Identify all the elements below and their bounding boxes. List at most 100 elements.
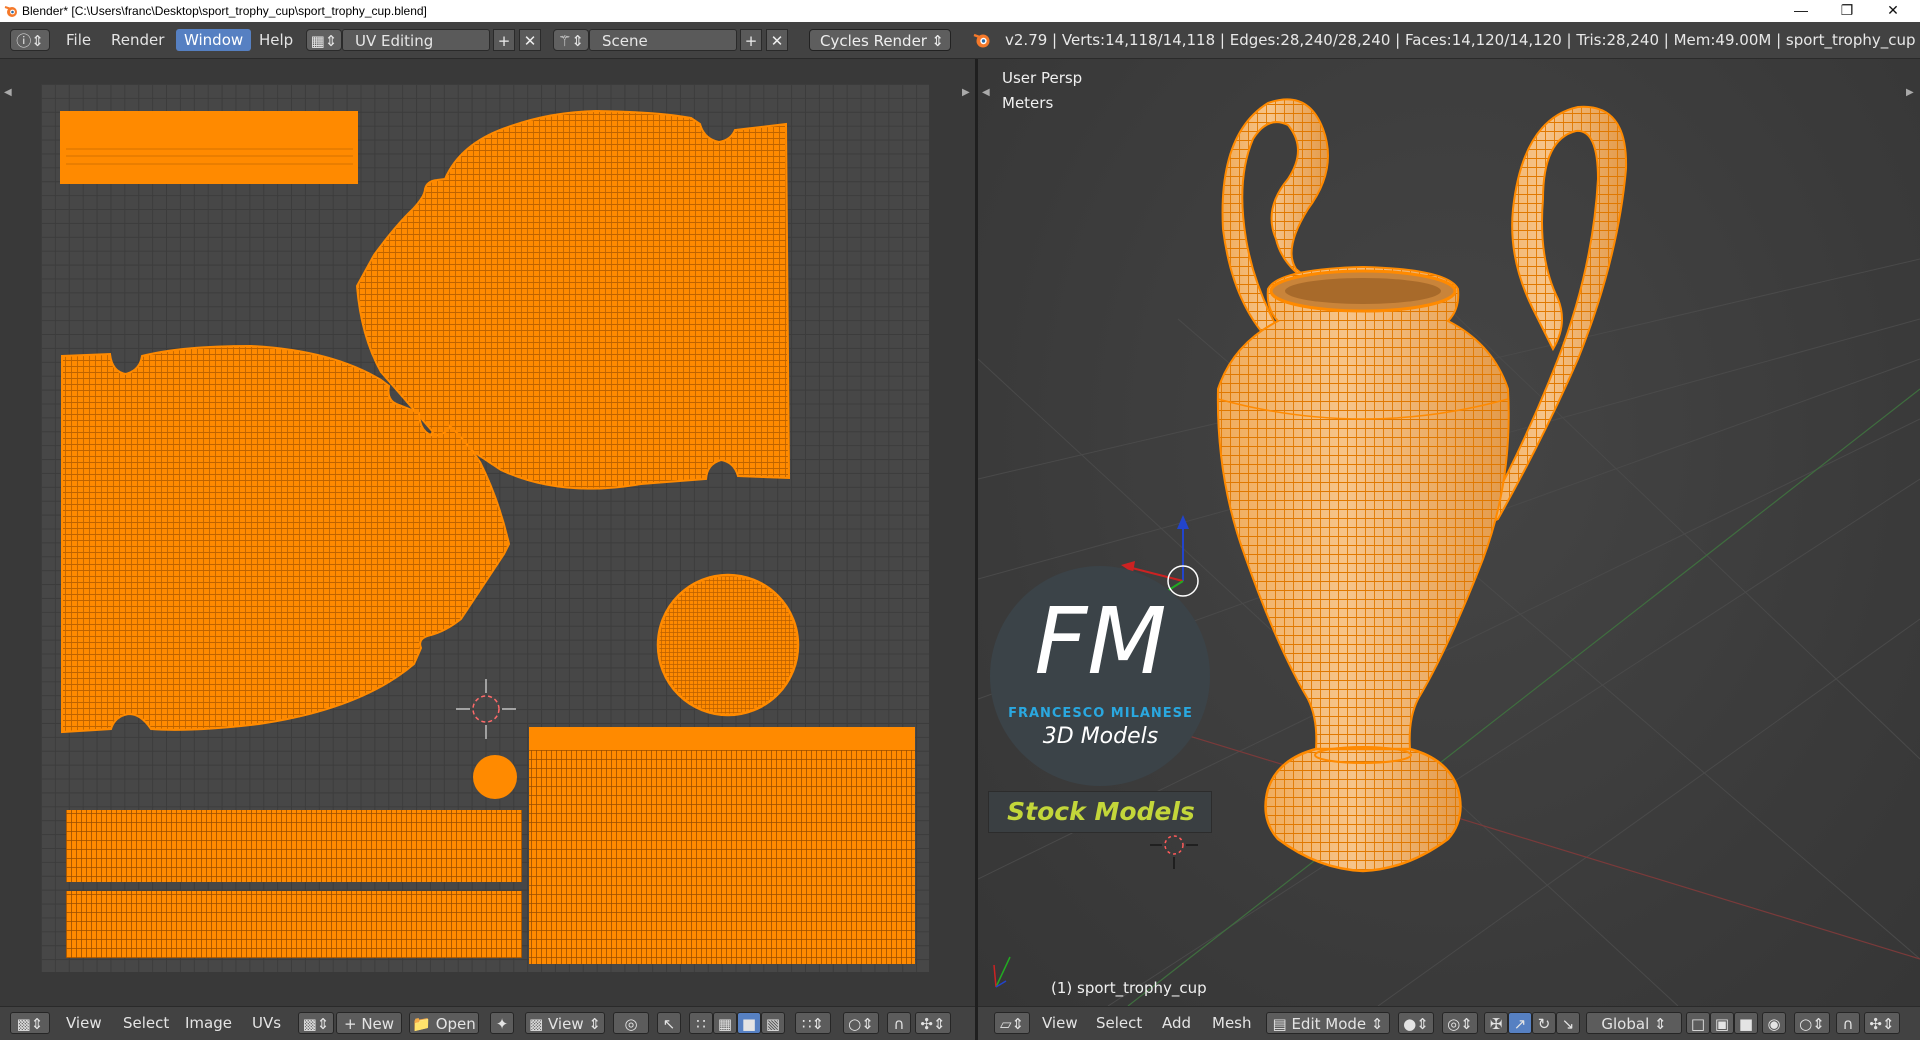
scene-field[interactable]: Scene bbox=[589, 29, 737, 51]
vertex-select-button[interactable]: ∷ bbox=[689, 1012, 713, 1034]
interaction-mode-dropdown[interactable]: ▤ Edit Mode ⇕ bbox=[1266, 1012, 1390, 1034]
edge-select-button[interactable]: ▦ bbox=[713, 1012, 737, 1034]
uv-island-base[interactable] bbox=[529, 750, 915, 964]
proportional-edit-button[interactable]: ○⇕ bbox=[1794, 1012, 1830, 1034]
menu-view[interactable]: View bbox=[66, 1012, 102, 1034]
uv-island-handle-strip-1[interactable] bbox=[66, 810, 522, 882]
view-mode-dropdown[interactable]: ▩ View ⇕ bbox=[525, 1012, 605, 1034]
snap-button[interactable]: ∩ bbox=[887, 1012, 911, 1034]
scene-selector-button[interactable]: ⚚⇕ bbox=[553, 29, 589, 51]
menu-help[interactable]: Help bbox=[251, 29, 301, 51]
menu-file[interactable]: File bbox=[58, 29, 99, 51]
uv-layout-map[interactable] bbox=[41, 84, 929, 972]
delete-scene-button[interactable]: ✕ bbox=[766, 29, 788, 51]
proportional-edit-button[interactable]: ○⇕ bbox=[843, 1012, 879, 1034]
vertex-select-button[interactable]: □ bbox=[1686, 1012, 1710, 1034]
manipulator-toggle-button[interactable]: ✠ bbox=[1484, 1012, 1508, 1034]
menu-uvs[interactable]: UVs bbox=[252, 1012, 281, 1034]
vertex-select-icon: ∷ bbox=[696, 1015, 706, 1033]
scale-manipulator-button[interactable]: ↘ bbox=[1556, 1012, 1580, 1034]
magnet-icon: ∩ bbox=[1842, 1015, 1854, 1033]
open-image-button[interactable]: 📁 Open bbox=[409, 1012, 479, 1034]
add-layout-button[interactable]: + bbox=[493, 29, 515, 51]
magnet-icon: ∩ bbox=[893, 1015, 905, 1033]
limit-selection-button[interactable]: ◉ bbox=[1762, 1012, 1786, 1034]
image-browse-button[interactable]: ▩⇕ bbox=[298, 1012, 334, 1034]
new-image-button[interactable]: + New bbox=[336, 1012, 402, 1034]
menu-render[interactable]: Render bbox=[103, 29, 172, 51]
uv-canvas[interactable] bbox=[41, 84, 929, 972]
sticky-mode-button[interactable]: ∷⇕ bbox=[795, 1012, 831, 1034]
window-titlebar: Blender* [C:\Users\franc\Desktop\sport_t… bbox=[0, 0, 1920, 22]
face-select-button[interactable]: ■ bbox=[737, 1012, 761, 1034]
uv-island-handle-strip-2[interactable] bbox=[66, 891, 522, 958]
mode-label: Edit Mode bbox=[1291, 1015, 1367, 1033]
editor-type-info-button[interactable]: ⓘ⇕ bbox=[10, 29, 50, 51]
arrow-icon: ↗ bbox=[1513, 1015, 1527, 1033]
uv-editor-header: ▩⇕ View Select Image UVs ▩⇕ + New 📁 Open… bbox=[0, 1006, 975, 1040]
view-axes-icon bbox=[993, 956, 1011, 988]
close-button[interactable]: ✕ bbox=[1870, 0, 1916, 22]
island-select-button[interactable]: ▧ bbox=[761, 1012, 785, 1034]
region-expand-icon[interactable]: ▶ bbox=[962, 87, 970, 98]
sync-selection-button[interactable]: ↖ bbox=[657, 1012, 681, 1034]
uv-image-editor[interactable]: ◀ ▶ bbox=[0, 59, 975, 1006]
menu-window[interactable]: Window bbox=[176, 29, 252, 51]
screen-layout-field[interactable]: UV Editing bbox=[342, 29, 490, 51]
delete-layout-button[interactable]: ✕ bbox=[519, 29, 541, 51]
scene-render[interactable] bbox=[978, 59, 1920, 1006]
screen-layout-button[interactable]: ▦⇕ bbox=[306, 29, 342, 51]
minimize-button[interactable]: — bbox=[1778, 0, 1824, 22]
add-scene-button[interactable]: + bbox=[740, 29, 762, 51]
menu-select[interactable]: Select bbox=[1096, 1012, 1142, 1034]
uv-island-base-top[interactable] bbox=[529, 727, 915, 750]
region-expand-icon[interactable]: ◀ bbox=[4, 87, 12, 98]
2d-cursor-icon[interactable] bbox=[456, 679, 516, 739]
3d-view-header: ▱⇕ View Select Add Mesh ▤ Edit Mode ⇕ ●⇕… bbox=[978, 1006, 1920, 1040]
info-header: ⓘ⇕ File Render Window Help ▦⇕ UV Editing… bbox=[0, 22, 1920, 59]
edge-select-icon: ▦ bbox=[717, 1015, 733, 1033]
cursor-icon: ↖ bbox=[662, 1015, 676, 1033]
folder-icon: 📁 bbox=[412, 1015, 431, 1033]
occlude-icon: ◉ bbox=[1767, 1015, 1781, 1033]
editor-type-button[interactable]: ▩⇕ bbox=[10, 1012, 50, 1034]
view-icon: ▩ bbox=[529, 1015, 544, 1033]
menu-image[interactable]: Image bbox=[185, 1012, 232, 1034]
face-select-button[interactable]: ■ bbox=[1734, 1012, 1758, 1034]
snap-button[interactable]: ∩ bbox=[1836, 1012, 1860, 1034]
snap-element-button[interactable]: ✣⇕ bbox=[915, 1012, 951, 1034]
menu-mesh[interactable]: Mesh bbox=[1212, 1012, 1252, 1034]
rotate-icon: ↻ bbox=[1537, 1015, 1551, 1033]
menu-select[interactable]: Select bbox=[123, 1012, 169, 1034]
plus-icon: + bbox=[343, 1015, 357, 1033]
active-object-label: (1) sport_trophy_cup bbox=[1051, 979, 1207, 997]
snap-element-button[interactable]: ✣⇕ bbox=[1864, 1012, 1900, 1034]
scene-icon: ⚚⇕ bbox=[557, 32, 584, 50]
uv-island-rim[interactable] bbox=[60, 111, 358, 184]
edge-select-button[interactable]: ▣ bbox=[1710, 1012, 1734, 1034]
open-label: Open bbox=[435, 1015, 476, 1033]
viewport-shading-button[interactable]: ●⇕ bbox=[1398, 1012, 1434, 1034]
blender-logo-icon bbox=[4, 6, 17, 17]
manipulator-icon: ✠ bbox=[1489, 1015, 1503, 1033]
transform-orientation-dropdown[interactable]: Global ⇕ bbox=[1586, 1012, 1682, 1034]
menu-add[interactable]: Add bbox=[1162, 1012, 1191, 1034]
translate-manipulator-button[interactable]: ↗ bbox=[1508, 1012, 1532, 1034]
rotate-manipulator-button[interactable]: ↻ bbox=[1532, 1012, 1556, 1034]
restore-button[interactable]: ❐ bbox=[1824, 0, 1870, 22]
menu-view[interactable]: View bbox=[1042, 1012, 1078, 1034]
pin-image-button[interactable]: ✦ bbox=[490, 1012, 514, 1034]
3d-viewport[interactable]: ◀ ▶ User Persp Meters FM FRANCESCO MILAN… bbox=[978, 59, 1920, 1006]
sticky-icon: ∷⇕ bbox=[801, 1015, 825, 1033]
pivot-button[interactable]: ◎ bbox=[613, 1012, 649, 1034]
render-engine-dropdown[interactable]: Cycles Render ⇕ bbox=[809, 29, 951, 51]
face-select-icon: ■ bbox=[1738, 1015, 1754, 1033]
uv-island-small-disc[interactable] bbox=[473, 755, 517, 799]
view-dropdown-label: View bbox=[548, 1015, 584, 1033]
uv-island-disc[interactable] bbox=[656, 573, 800, 717]
snap-element-icon: ✣⇕ bbox=[1869, 1015, 1895, 1033]
face-select-icon: ■ bbox=[741, 1015, 757, 1033]
image-editor-icon: ▩⇕ bbox=[16, 1015, 44, 1033]
pivot-point-button[interactable]: ◎⇕ bbox=[1442, 1012, 1478, 1034]
editor-type-button[interactable]: ▱⇕ bbox=[994, 1012, 1030, 1034]
